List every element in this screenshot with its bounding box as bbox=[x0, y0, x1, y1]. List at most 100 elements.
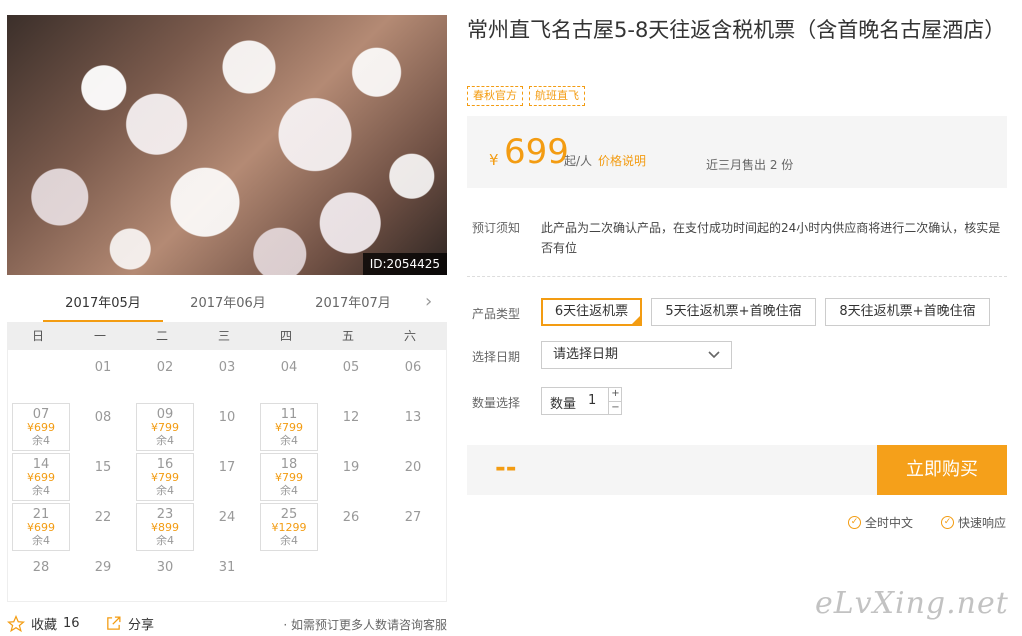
calendar-day-available[interactable]: 16 ¥799 余4 bbox=[136, 453, 194, 501]
calendar-day-available[interactable]: 14 ¥699 余4 bbox=[12, 453, 70, 501]
price-currency: ¥ bbox=[489, 151, 499, 169]
day-number: 25 bbox=[280, 507, 298, 522]
weekday-label: 五 bbox=[341, 329, 354, 343]
calendar-day: 30 bbox=[136, 553, 194, 601]
calendar-day: 05 bbox=[322, 353, 380, 401]
day-stock: 余4 bbox=[156, 534, 174, 547]
share-icon bbox=[107, 616, 121, 630]
check-icon bbox=[630, 314, 642, 326]
calendar-day-available[interactable]: 25 ¥1299 余4 bbox=[260, 503, 318, 551]
quantity-stepper: 数量 1 + − bbox=[541, 387, 622, 415]
tab-month-0[interactable]: 2017年05月 bbox=[43, 288, 163, 323]
chevron-right-icon[interactable]: › bbox=[425, 293, 439, 311]
calendar-day-available[interactable]: 18 ¥799 余4 bbox=[260, 453, 318, 501]
day-number: 09 bbox=[156, 407, 174, 422]
share-label: 分享 bbox=[128, 618, 155, 633]
calendar-day: 20 bbox=[384, 453, 442, 501]
calendar-day-available[interactable]: 23 ¥899 余4 bbox=[136, 503, 194, 551]
share-button[interactable]: 分享 bbox=[105, 614, 154, 633]
calendar-month-tabs: 2017年05月 2017年06月 2017年07月 › bbox=[7, 288, 447, 323]
calendar-day: 29 bbox=[74, 553, 132, 601]
calendar-day: 27 bbox=[384, 503, 442, 551]
service-badge: ✓ 快速响应 bbox=[941, 514, 1006, 531]
day-price: ¥799 bbox=[151, 471, 179, 484]
calendar-day: 26 bbox=[322, 503, 380, 551]
calendar-day: 24 bbox=[198, 503, 256, 551]
calendar-day-available[interactable]: 09 ¥799 余4 bbox=[136, 403, 194, 451]
day-price: ¥1299 bbox=[271, 521, 307, 534]
service-label: 快速响应 bbox=[958, 516, 1007, 530]
weekday-label: 四 bbox=[279, 329, 292, 343]
quantity-minus-button[interactable]: − bbox=[608, 401, 622, 414]
product-type-option-6day[interactable]: 6天往返机票 bbox=[541, 298, 642, 326]
day-number: 22 bbox=[94, 510, 112, 525]
day-number: 14 bbox=[32, 457, 50, 472]
day-stock: 余4 bbox=[280, 484, 298, 497]
service-label: 全时中文 bbox=[865, 516, 914, 530]
quantity-value[interactable]: 1 bbox=[588, 393, 596, 408]
day-stock: 余4 bbox=[32, 534, 50, 547]
calendar-day: 01 bbox=[74, 353, 132, 401]
buy-bar: -- 立即购买 bbox=[467, 445, 1007, 495]
tab-month-2[interactable]: 2017年07月 bbox=[293, 288, 413, 323]
day-number: 02 bbox=[156, 360, 174, 375]
option-label: 6天往返机票 bbox=[554, 304, 629, 319]
calendar-grid: 01 02 03 04 05 06 07 ¥699 余4 08 09 ¥799 余4 10 11 ¥799 余4… bbox=[7, 350, 447, 602]
day-number: 24 bbox=[218, 510, 236, 525]
service-badge: ✓ 全时中文 bbox=[848, 514, 913, 531]
buy-now-button[interactable]: 立即购买 bbox=[877, 445, 1007, 495]
calendar-weekday-header: 日 一 二 三 四 五 六 bbox=[7, 322, 447, 350]
chevron-down-icon bbox=[707, 342, 721, 377]
day-stock: 余4 bbox=[156, 484, 174, 497]
price-unit: 起/人 bbox=[564, 154, 593, 168]
calendar-day-available[interactable]: 21 ¥699 余4 bbox=[12, 503, 70, 551]
check-circle-icon: ✓ bbox=[848, 516, 861, 529]
calendar-day: 10 bbox=[198, 403, 256, 451]
quantity-plus-button[interactable]: + bbox=[608, 388, 622, 401]
photo-id-label: ID:2054425 bbox=[362, 253, 447, 275]
calendar-day: 08 bbox=[74, 403, 132, 451]
weekday-label: 日 bbox=[31, 329, 44, 343]
calendar-day: 03 bbox=[198, 353, 256, 401]
calendar-day: 04 bbox=[260, 353, 318, 401]
star-icon bbox=[7, 614, 25, 632]
product-title: 常州直飞名古屋5-8天往返含税机票（含首晚名古屋酒店） bbox=[467, 18, 1006, 42]
day-number: 01 bbox=[94, 360, 112, 375]
notice-text: 此产品为二次确认产品，在支付成功时间起的24小时内供应商将进行二次确认，核实是否… bbox=[541, 221, 1001, 255]
day-stock: 余4 bbox=[32, 484, 50, 497]
product-type-option-8day-hotel[interactable]: 8天往返机票+首晚住宿 bbox=[825, 298, 990, 326]
day-number: 08 bbox=[94, 410, 112, 425]
product-photo[interactable]: ID:2054425 bbox=[7, 15, 447, 275]
consult-note: · 如需预订更多人数请咨询客服 bbox=[283, 618, 447, 632]
day-number: 06 bbox=[404, 360, 422, 375]
check-circle-icon: ✓ bbox=[941, 516, 954, 529]
day-number: 13 bbox=[404, 410, 422, 425]
favorite-button[interactable]: 收藏 16 bbox=[7, 614, 80, 633]
day-number: 27 bbox=[404, 510, 422, 525]
calendar-day-available[interactable]: 11 ¥799 余4 bbox=[260, 403, 318, 451]
day-number: 15 bbox=[94, 460, 112, 475]
day-number: 05 bbox=[342, 360, 360, 375]
weekday-label: 六 bbox=[403, 329, 416, 343]
calendar-day: 12 bbox=[322, 403, 380, 451]
total-price: -- bbox=[495, 453, 517, 483]
day-number: 11 bbox=[280, 407, 298, 422]
day-number: 12 bbox=[342, 410, 360, 425]
weekday-label: 三 bbox=[217, 329, 230, 343]
quantity-field-label: 数量 bbox=[550, 397, 577, 412]
divider bbox=[467, 276, 1007, 277]
day-stock: 余4 bbox=[156, 434, 174, 447]
calendar-day: 28 bbox=[12, 553, 70, 601]
day-number: 07 bbox=[32, 407, 50, 422]
date-select[interactable]: 请选择日期 bbox=[541, 341, 732, 369]
product-tags: 春秋官方 航班直飞 bbox=[467, 86, 585, 106]
price-explain-link[interactable]: 价格说明 bbox=[598, 152, 646, 169]
product-type-option-5day-hotel[interactable]: 5天往返机票+首晚住宿 bbox=[651, 298, 816, 326]
tab-month-1[interactable]: 2017年06月 bbox=[168, 288, 288, 323]
calendar-day: 13 bbox=[384, 403, 442, 451]
day-price: ¥699 bbox=[27, 521, 55, 534]
day-number: 10 bbox=[218, 410, 236, 425]
day-number: 31 bbox=[218, 560, 236, 575]
calendar-day-available[interactable]: 07 ¥699 余4 bbox=[12, 403, 70, 451]
notice-label: 预订须知 bbox=[472, 221, 521, 235]
